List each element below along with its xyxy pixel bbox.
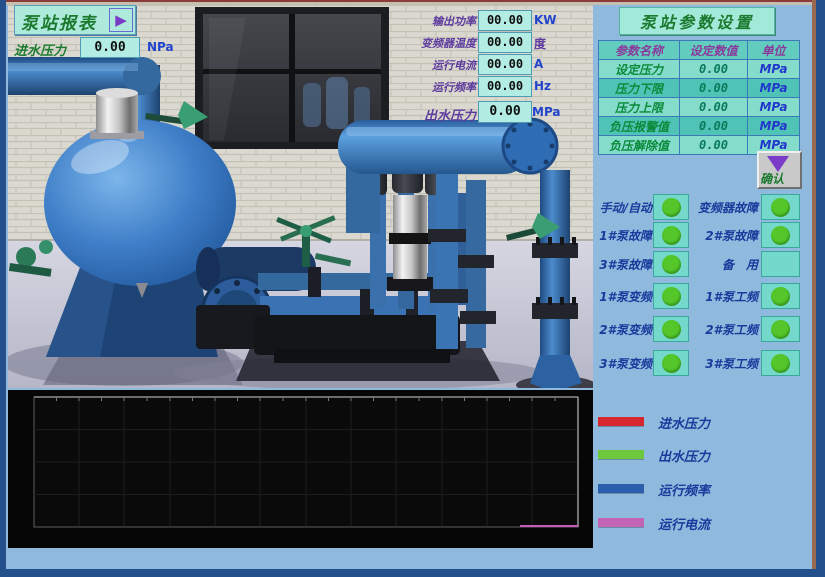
- inverter-temp-label: 变频器温度: [421, 35, 476, 51]
- table-row: 压力下限 0.00 MPa: [599, 79, 800, 98]
- status-label-pump1-mains: 1#泵工频: [686, 288, 758, 305]
- inlet-pressure-label: 进水压力: [14, 40, 66, 59]
- lamp-pump2-vfd: [653, 316, 689, 342]
- scene-top-tan-line: [6, 2, 812, 5]
- parameter-table: 参数名称 设定数值 单位 设定压力 0.00 MPa 压力下限 0.00 MPa…: [598, 40, 800, 155]
- status-label-pump3-fault: 3#泵故障: [582, 256, 652, 273]
- outlet-pressure-value: 0.00: [478, 101, 532, 123]
- confirm-button-label: 确认: [760, 170, 784, 187]
- running-current-label: 运行电流: [432, 57, 476, 73]
- inlet-pressure-unit: NPa: [147, 40, 174, 54]
- legend-label-running-current: 运行电流: [658, 514, 710, 533]
- output-power-label: 输出功率: [432, 13, 476, 29]
- lamp-pump1-fault: [653, 222, 689, 248]
- trend-chart-plot: [8, 390, 593, 548]
- lamp-pump3-fault: [653, 251, 689, 277]
- lamp-pump2-fault: [761, 222, 800, 248]
- legend-swatch-inlet-pressure: [598, 417, 644, 426]
- legend-swatch-outlet-pressure: [598, 450, 644, 459]
- table-row: 负压报警值 0.00 MPa: [599, 117, 800, 136]
- status-label-pump2-fault: 2#泵故障: [686, 227, 758, 244]
- manifold-end-cap: [503, 119, 557, 173]
- legend-swatch-running-frequency: [598, 484, 644, 493]
- status-label-pump2-vfd: 2#泵变频: [582, 321, 652, 338]
- status-label-manual-auto: 手动/自动: [582, 199, 652, 216]
- window-frame-right: [816, 0, 825, 577]
- legend-label-outlet-pressure: 出水压力: [658, 446, 710, 465]
- lamp-pump1-vfd: [653, 283, 689, 309]
- lamp-manual-auto: [653, 194, 689, 220]
- legend-label-running-frequency: 运行频率: [658, 480, 710, 499]
- play-icon[interactable]: ▶: [109, 8, 133, 32]
- output-power-unit: KW: [534, 13, 557, 27]
- running-frequency-unit: Hz: [534, 79, 551, 93]
- output-power-value: 00.00: [478, 10, 532, 31]
- running-frequency-label: 运行频率: [432, 79, 476, 95]
- neg-pressure-alarm-input[interactable]: 0.00: [680, 117, 748, 136]
- status-label-pump1-vfd: 1#泵变频: [582, 288, 652, 305]
- param-table-header-name: 参数名称: [599, 41, 680, 60]
- running-frequency-value: 00.00: [478, 76, 532, 97]
- lamp-inverter-fault: [761, 194, 800, 220]
- lamp-pump3-mains: [761, 350, 800, 376]
- settings-panel-title: 泵站参数设置: [619, 7, 775, 35]
- running-current-unit: A: [534, 57, 543, 71]
- outlet-pressure-unit: MPa: [532, 105, 561, 119]
- param-table-header-value: 设定数值: [680, 41, 748, 60]
- confirm-button[interactable]: 确认: [757, 151, 802, 189]
- pressure-low-limit-input[interactable]: 0.00: [680, 79, 748, 98]
- lamp-pump2-mains: [761, 316, 800, 342]
- neg-pressure-release-input[interactable]: 0.00: [680, 136, 748, 155]
- status-label-pump2-mains: 2#泵工频: [686, 321, 758, 338]
- set-pressure-input[interactable]: 0.00: [680, 60, 748, 79]
- outlet-pressure-label: 出水压力: [424, 105, 476, 124]
- window-frame-left: [0, 0, 6, 577]
- status-label-spare: 备 用: [686, 256, 758, 273]
- status-label-pump3-mains: 3#泵工频: [686, 355, 758, 372]
- lamp-spare: [761, 251, 800, 277]
- status-label-pump3-vfd: 3#泵变频: [582, 355, 652, 372]
- inlet-pressure-value: 0.00: [80, 37, 140, 58]
- report-button[interactable]: 泵站报表 ▶: [14, 5, 136, 35]
- running-current-value: 00.00: [478, 54, 532, 75]
- table-row: 压力上限 0.00 MPa: [599, 98, 800, 117]
- lamp-pump3-vfd: [653, 350, 689, 376]
- legend-swatch-running-current: [598, 518, 644, 527]
- window-frame-bottom: [0, 569, 825, 577]
- trend-chart: [8, 390, 593, 548]
- status-label-pump1-fault: 1#泵故障: [582, 227, 652, 244]
- pressure-high-limit-input[interactable]: 0.00: [680, 98, 748, 117]
- inverter-temp-value: 00.00: [478, 32, 532, 53]
- inverter-temp-unit: 度: [534, 35, 546, 52]
- legend-label-inlet-pressure: 进水压力: [658, 413, 710, 432]
- pump-station-hmi: 泵站报表 ▶ 进水压力 0.00 NPa 输出功率 00.00 KW 变频器温度…: [0, 0, 825, 577]
- param-table-header-unit: 单位: [748, 41, 800, 60]
- status-label-inverter-fault: 变频器故障: [686, 199, 758, 216]
- table-row: 设定压力 0.00 MPa: [599, 60, 800, 79]
- report-button-label: 泵站报表: [21, 9, 97, 34]
- lamp-pump1-mains: [761, 283, 800, 309]
